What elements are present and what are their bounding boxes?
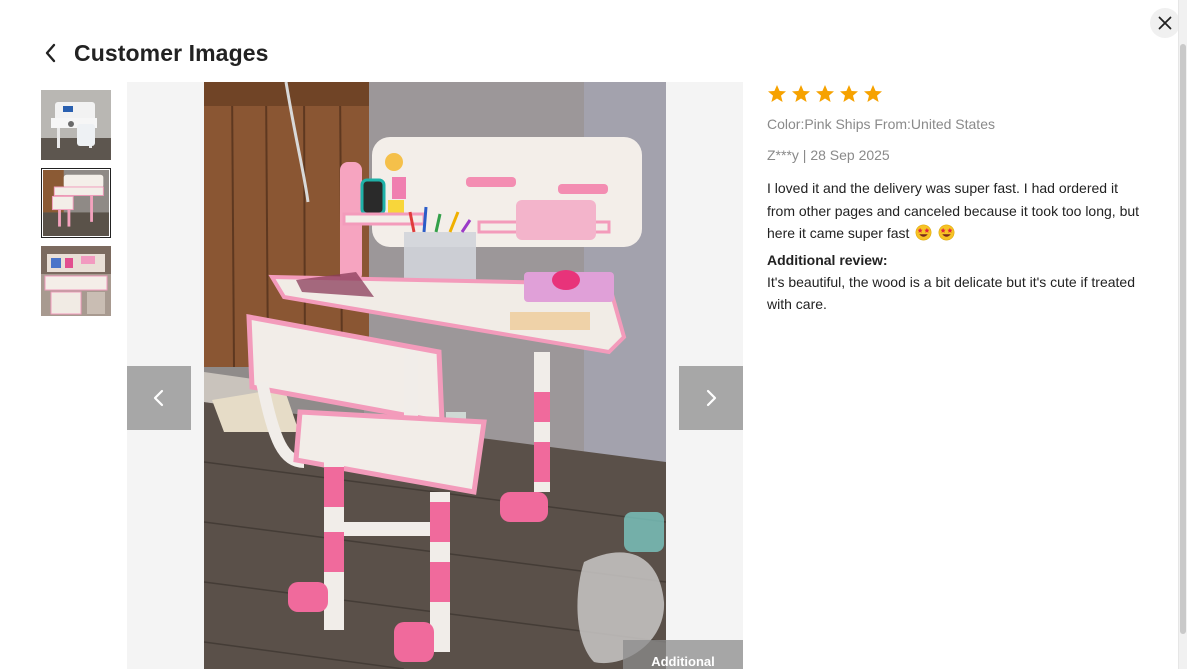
star-struck-emoji-icon (915, 224, 932, 241)
page-scrollbar[interactable] (1178, 0, 1187, 669)
review-author-date: Z***y | 28 Sep 2025 (767, 147, 890, 163)
thumbnail-image-desk-closeup (41, 246, 111, 316)
star-icon (816, 85, 834, 102)
back-button[interactable] (44, 36, 68, 70)
star-icon (864, 85, 882, 102)
star-icon (840, 85, 858, 102)
review-variant-info: Color:Pink Ships From:United States (767, 116, 995, 132)
chevron-left-icon (45, 43, 56, 63)
review-photo[interactable] (204, 82, 666, 669)
thumbnail-image-desk-pink (43, 170, 109, 236)
chevron-right-icon (706, 389, 717, 407)
thumbnail-1[interactable] (41, 90, 111, 160)
page-scrollbar-thumb[interactable] (1180, 44, 1186, 634)
image-viewer: Additional (127, 82, 743, 669)
chevron-left-icon (153, 389, 164, 407)
next-image-button[interactable] (679, 366, 743, 430)
previous-image-button[interactable] (127, 366, 191, 430)
modal-header: Customer Images (44, 36, 269, 70)
star-icon (792, 85, 810, 102)
customer-images-modal: Customer Images Additional Color:Pink Sh… (0, 0, 1180, 669)
review-body: I loved it and the delivery was super fa… (767, 177, 1147, 245)
review-panel: Color:Pink Ships From:United States Z***… (767, 82, 1147, 316)
thumbnail-3[interactable] (41, 246, 111, 316)
star-struck-emoji-icon (938, 224, 955, 241)
thumbnail-image-desk-gray (41, 90, 111, 160)
thumbnail-2[interactable] (41, 168, 111, 238)
close-button[interactable] (1150, 8, 1180, 38)
close-icon (1158, 16, 1172, 30)
additional-image-tag: Additional (623, 640, 743, 669)
star-rating (767, 82, 1147, 106)
additional-review-text: It's beautiful, the wood is a bit delica… (767, 273, 1135, 313)
page-title: Customer Images (74, 39, 269, 66)
photo-kids-desk-and-chair (204, 82, 666, 669)
star-icon (768, 85, 786, 102)
thumbnail-list (41, 90, 111, 324)
additional-review-label: Additional review: (767, 251, 888, 268)
